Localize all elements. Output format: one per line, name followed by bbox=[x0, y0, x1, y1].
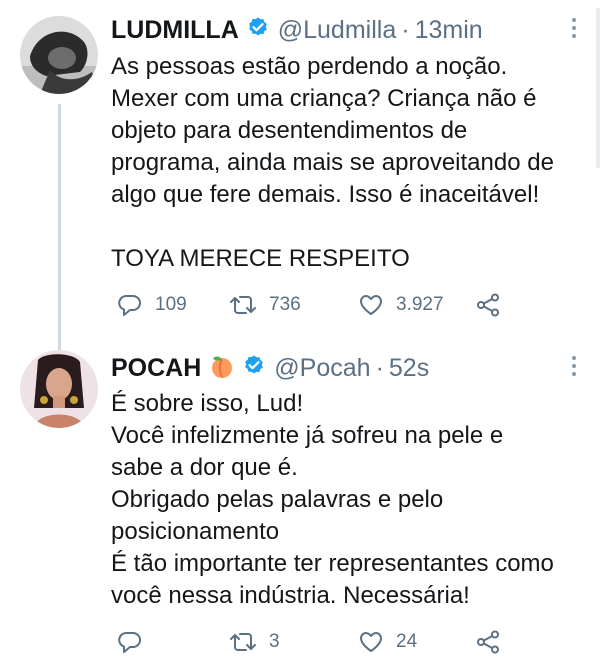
action-bar: 3 24 bbox=[111, 627, 591, 657]
tweet-text: As pessoas estão perdendo a noção. Mexer… bbox=[111, 51, 588, 275]
timestamp[interactable]: 52s bbox=[389, 354, 429, 383]
text-line: objeto para desentendimentos de bbox=[111, 117, 468, 144]
share-icon bbox=[475, 292, 501, 318]
retweet-button[interactable]: 736 bbox=[229, 290, 301, 320]
share-button[interactable] bbox=[475, 290, 501, 320]
share-icon bbox=[475, 629, 501, 655]
text-line: É tão importante ter representantes como bbox=[111, 550, 554, 577]
share-button[interactable] bbox=[475, 627, 501, 657]
display-name[interactable]: LUDMILLA bbox=[111, 16, 239, 45]
retweet-count: 3 bbox=[269, 631, 280, 652]
verified-badge-icon bbox=[242, 354, 266, 383]
separator: · bbox=[401, 15, 410, 44]
action-bar: 109 736 3.927 bbox=[111, 290, 591, 320]
reply-icon bbox=[117, 292, 143, 318]
text-line: Obrigado pelas palavras e pelo bbox=[111, 486, 444, 513]
reply-button[interactable]: 109 bbox=[117, 290, 187, 320]
like-button[interactable]: 3.927 bbox=[358, 290, 444, 320]
text-line: algo que fere demais. Isso é inaceitável… bbox=[111, 181, 540, 208]
text-line: você nessa indústria. Necessária! bbox=[111, 582, 470, 609]
more-icon[interactable] bbox=[564, 14, 584, 42]
reply-button[interactable] bbox=[117, 627, 155, 657]
text-line: Mexer com uma criança? Criança não é bbox=[111, 85, 537, 112]
tweet-header: POCAH @Pocah · 52s bbox=[111, 350, 429, 386]
more-icon[interactable] bbox=[564, 352, 584, 380]
reply-icon bbox=[117, 629, 143, 655]
text-line: posicionamento bbox=[111, 518, 280, 545]
reply-count: 109 bbox=[155, 294, 187, 315]
text-line: Você infelizmente já sofreu na pele e bbox=[111, 422, 504, 449]
scroll-indicator[interactable] bbox=[596, 8, 600, 168]
tweet-text: É sobre isso, Lud! Você infelizmente já … bbox=[111, 388, 588, 612]
tweet-pocah[interactable]: POCAH @Pocah · 52s É sobre isso, Lud! Vo… bbox=[0, 340, 600, 672]
retweet-count: 736 bbox=[269, 294, 301, 315]
like-icon bbox=[358, 292, 384, 318]
separator: · bbox=[375, 353, 384, 382]
avatar-ludmilla[interactable] bbox=[20, 16, 98, 94]
text-line: As pessoas estão perdendo a noção. bbox=[111, 53, 508, 80]
text-line-blank bbox=[111, 211, 588, 243]
handle[interactable]: @Pocah bbox=[274, 354, 370, 383]
avatar-pocah[interactable] bbox=[20, 350, 98, 428]
like-count: 24 bbox=[396, 631, 418, 652]
peach-emoji bbox=[209, 353, 235, 384]
retweet-button[interactable]: 3 bbox=[229, 627, 280, 657]
text-line: sabe a dor que é. bbox=[111, 454, 298, 481]
like-button[interactable]: 24 bbox=[358, 627, 417, 657]
like-count: 3.927 bbox=[396, 294, 444, 315]
text-line: programa, ainda mais se aproveitando de bbox=[111, 149, 554, 176]
verified-badge-icon bbox=[246, 16, 270, 45]
text-line: É sobre isso, Lud! bbox=[111, 390, 304, 417]
thread-line bbox=[58, 104, 61, 354]
display-name[interactable]: POCAH bbox=[111, 354, 201, 383]
tweet-header: LUDMILLA @Ludmilla · 13min bbox=[111, 12, 483, 48]
like-icon bbox=[358, 629, 384, 655]
retweet-icon bbox=[229, 292, 257, 318]
tweet-ludmilla[interactable]: LUDMILLA @Ludmilla · 13min As pessoas es… bbox=[0, 0, 600, 354]
text-line: TOYA MERECE RESPEITO bbox=[111, 245, 410, 272]
handle[interactable]: @Ludmilla bbox=[278, 16, 396, 45]
timestamp[interactable]: 13min bbox=[415, 16, 483, 45]
retweet-icon bbox=[229, 629, 257, 655]
